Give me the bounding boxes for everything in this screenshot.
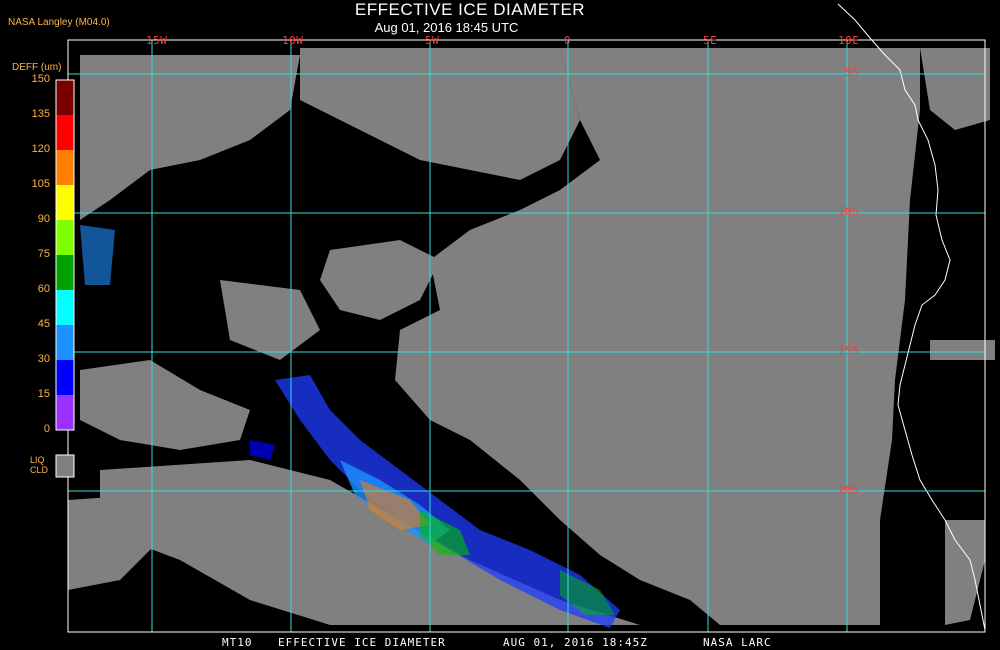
legend-tick: 0 [43, 423, 50, 435]
legend-tick: 30 [37, 353, 50, 365]
footer-title: EFFECTIVE ICE DIAMETER [278, 636, 446, 649]
legend-tick: 150 [31, 73, 50, 85]
legend-color-segment [56, 255, 74, 290]
footer-bar: MT10 EFFECTIVE ICE DIAMETER AUG 01, 2016… [0, 634, 1000, 650]
lon-label-5w: 5W [425, 34, 440, 47]
lon-label-10e: 10E [838, 34, 860, 47]
map-title: EFFECTIVE ICE DIAMETER [354, 0, 586, 19]
legend-liquid-swatch [55, 454, 75, 478]
cloud-map [55, 3, 995, 633]
lat-label-10s: 10S [838, 205, 860, 218]
legend-color-segment [56, 395, 74, 430]
legend-color-segment [56, 150, 74, 185]
lon-label-5e: 5E [703, 34, 718, 47]
legend-liquid-label-2: CLD [30, 465, 49, 475]
legend-colorbar [56, 80, 74, 430]
legend-tick: 60 [37, 283, 50, 295]
lat-label-15s: 15S [838, 344, 860, 357]
legend-tick: 75 [37, 248, 50, 260]
footer-date: AUG 01, 2016 18:45Z [503, 636, 648, 649]
map-subtitle: Aug 01, 2016 18:45 UTC [374, 20, 519, 35]
legend-color-segment [56, 290, 74, 325]
legend-color-segment [56, 80, 74, 115]
legend-tick: 90 [37, 213, 50, 225]
legend-color-segment [56, 325, 74, 360]
footer-product: MT10 [222, 636, 253, 649]
legend-tick: 45 [37, 318, 50, 330]
lon-label-15w: 15W [146, 34, 168, 47]
legend-tick: 120 [31, 143, 50, 155]
legend-tick: 15 [37, 388, 50, 400]
lat-label-20s: 20S [838, 483, 860, 496]
legend-color-segment [56, 185, 74, 220]
liquid-cloud-layer [68, 48, 995, 625]
legend-liquid-label-1: LIQ [30, 455, 45, 465]
legend-tick: 135 [31, 108, 50, 120]
legend-color-segment [56, 360, 74, 395]
lon-label-0: 0 [564, 34, 572, 47]
legend-tick: 105 [31, 178, 50, 190]
footer-org: NASA LARC [703, 636, 772, 649]
lon-label-10w: 10W [282, 34, 304, 47]
legend-color-segment [56, 115, 74, 150]
lat-label-5s: 5S [845, 66, 860, 79]
legend-unit-label: DEFF (um) [12, 62, 62, 73]
legend-color-segment [56, 220, 74, 255]
